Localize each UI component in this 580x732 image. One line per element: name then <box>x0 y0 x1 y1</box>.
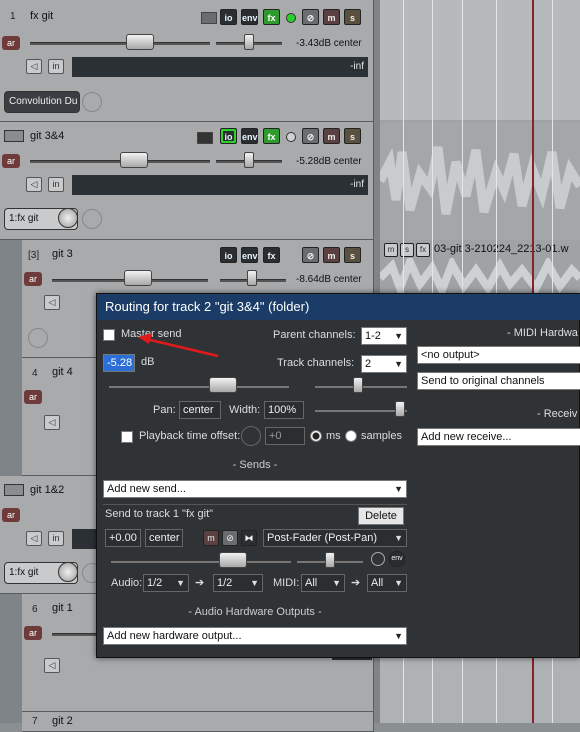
annotation-arrow <box>138 333 219 358</box>
